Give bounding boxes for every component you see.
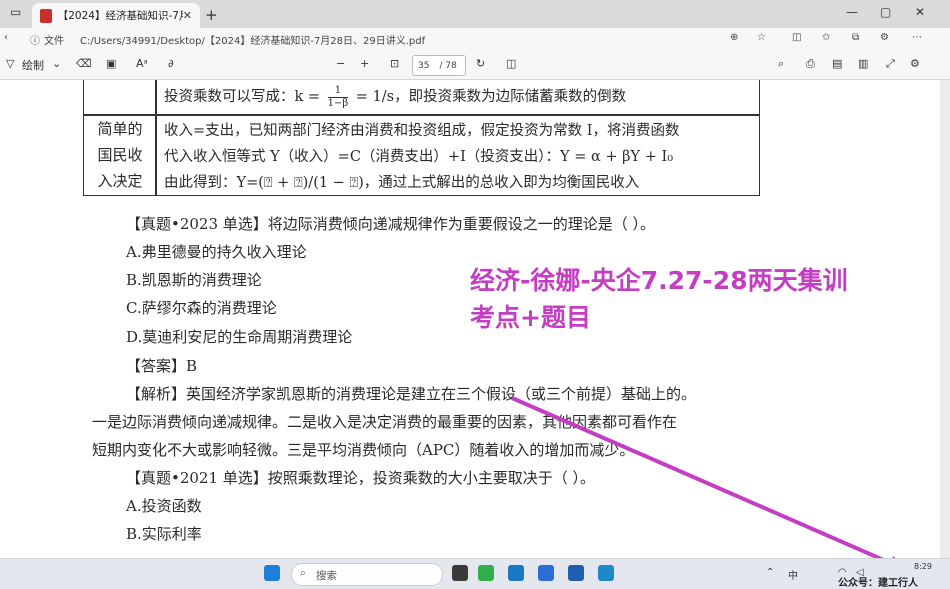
clock-time[interactable]: 8:29 bbox=[914, 562, 932, 571]
app-icon[interactable] bbox=[478, 565, 494, 581]
ime-indicator[interactable]: 中 bbox=[788, 567, 798, 582]
search-icon: ⌕ bbox=[300, 567, 306, 579]
app-icon[interactable] bbox=[568, 565, 584, 581]
arrow-shaft bbox=[511, 396, 903, 570]
app-icon[interactable] bbox=[598, 565, 614, 581]
taskbar: ⌕ 搜索 ⌃ 中 ◠ ◁ 8:29 公众号：建工行人 bbox=[0, 558, 950, 589]
search-box[interactable]: ⌕ 搜索 bbox=[291, 563, 443, 586]
search-placeholder: 搜索 bbox=[316, 570, 337, 582]
store-icon[interactable] bbox=[538, 565, 554, 581]
edge-icon[interactable] bbox=[508, 565, 524, 581]
overlay-text: 公众号：建工行人 bbox=[838, 578, 918, 589]
annotation-arrow bbox=[511, 396, 912, 572]
start-icon[interactable] bbox=[264, 565, 280, 581]
task-view-icon[interactable] bbox=[452, 565, 468, 581]
tray-arrow-icon[interactable]: ⌃ bbox=[766, 567, 774, 578]
